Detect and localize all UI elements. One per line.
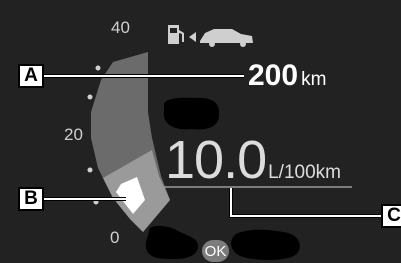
- fuel-consumption-value: 10.0: [165, 130, 267, 190]
- redacted-mark: [163, 97, 220, 130]
- fuel-consumption: 10.0 L/100km: [165, 133, 341, 187]
- info-display: 40 20 0 A B C 200 km 10.0 L/100km OK: [0, 0, 401, 263]
- cruising-range-value: 200: [248, 59, 299, 92]
- fuel-pump-icon: [168, 25, 184, 44]
- callout-a: A: [18, 64, 44, 88]
- scale-dot: [87, 94, 93, 100]
- scale-label-mid: 20: [64, 125, 83, 144]
- redacted-mark: [145, 225, 198, 260]
- fuel-consumption-unit: L/100km: [268, 162, 341, 183]
- scale-label-min: 0: [110, 228, 120, 247]
- scale-dot: [95, 65, 101, 71]
- left-arrow-icon: [189, 32, 196, 42]
- callout-c: C: [381, 204, 401, 228]
- redacted-mark: [231, 229, 300, 261]
- cruising-range-unit: km: [301, 69, 327, 90]
- callout-b: B: [18, 187, 44, 211]
- scale-dot: [87, 167, 93, 173]
- cruising-range: 200 km: [248, 61, 326, 91]
- car-icon: [200, 29, 253, 47]
- scale-label-max: 40: [111, 18, 130, 37]
- ok-button[interactable]: OK: [202, 240, 229, 262]
- callout-leader-c: [229, 188, 388, 218]
